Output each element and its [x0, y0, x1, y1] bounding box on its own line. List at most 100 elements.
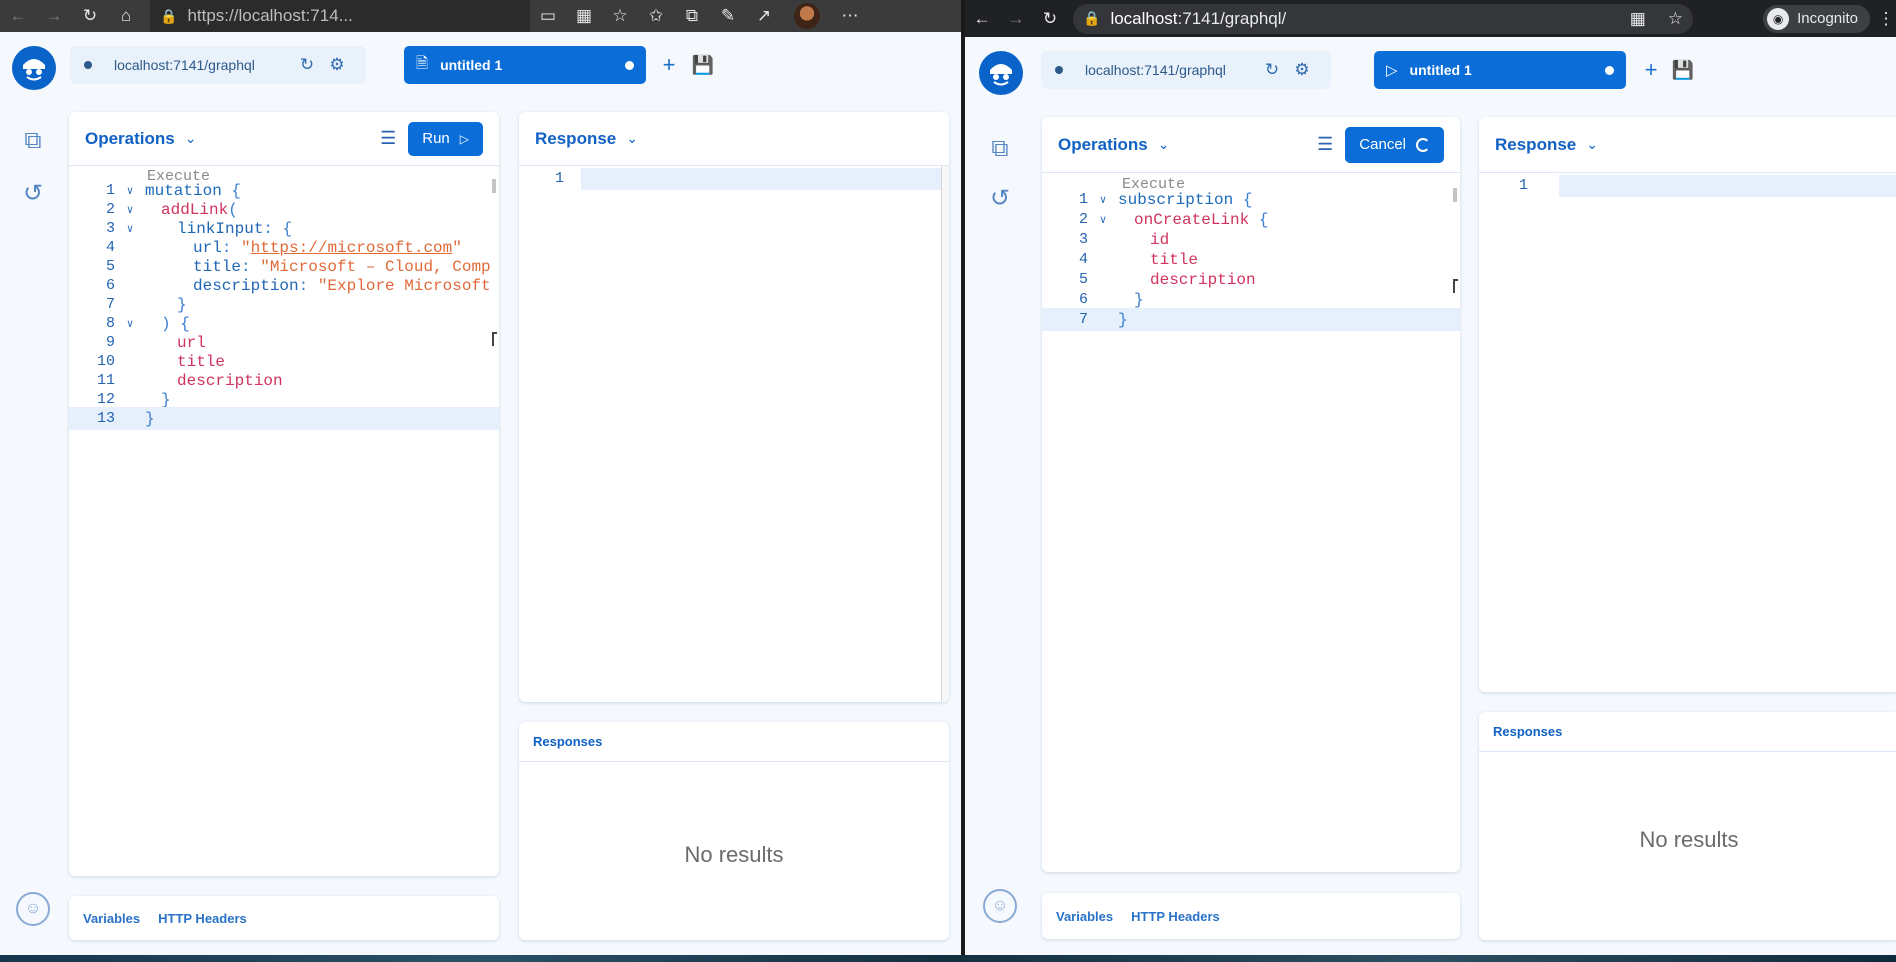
format-icon[interactable]: ☰: [380, 128, 396, 149]
lock-icon: 🔒: [160, 7, 178, 24]
refresh-schema-icon[interactable]: ↻: [292, 55, 322, 75]
favorite-add-icon[interactable]: ☆: [602, 0, 638, 32]
code-text: onCreateLink {: [1118, 211, 1268, 229]
chevron-down-icon[interactable]: ⌄: [1158, 136, 1170, 153]
response-line: 1: [519, 168, 949, 190]
code-text: mutation {: [145, 182, 241, 200]
query-editor[interactable]: Execute 1 ∨ subscription {2 ∨ onCreateLink {…: [1042, 173, 1460, 872]
operations-title[interactable]: Operations: [1058, 135, 1148, 155]
home-icon[interactable]: ⌂: [108, 0, 144, 32]
variables-tab[interactable]: Variables: [83, 911, 140, 926]
back-arrow-icon[interactable]: ←: [965, 0, 999, 37]
lock-icon: 🔒: [1083, 10, 1101, 26]
response-title[interactable]: Response: [1495, 135, 1576, 155]
settings-gear-icon[interactable]: ⚙: [1287, 60, 1317, 80]
fold-chevron-icon[interactable]: ∨: [1088, 213, 1118, 227]
share-icon[interactable]: ↗: [746, 0, 782, 32]
add-tab-plus-icon[interactable]: +: [1636, 51, 1666, 89]
fold-chevron-icon[interactable]: ∨: [115, 184, 145, 198]
run-button-label: Run: [422, 130, 450, 147]
apps-icon[interactable]: ▦: [566, 0, 602, 32]
unsaved-dot[interactable]: [1605, 65, 1614, 75]
format-icon[interactable]: ☰: [1317, 134, 1333, 155]
code-token: title: [1150, 250, 1199, 269]
collections-icon[interactable]: ⧉: [674, 0, 710, 32]
http-headers-tab[interactable]: HTTP Headers: [158, 911, 247, 926]
variables-tab[interactable]: Variables: [1056, 909, 1113, 924]
line-number: 13: [96, 410, 115, 427]
fold-chevron-icon[interactable]: ∨: [115, 203, 145, 217]
more-icon[interactable]: ⋯: [832, 0, 868, 32]
response-scrollbar[interactable]: [941, 166, 949, 702]
fold-chevron-icon[interactable]: ∨: [115, 222, 145, 236]
forward-arrow-icon[interactable]: →: [36, 0, 72, 32]
unsaved-dot[interactable]: [625, 60, 634, 70]
line-number: 8: [105, 315, 115, 332]
back-arrow-icon[interactable]: ←: [0, 0, 36, 32]
code-token: (: [228, 200, 238, 219]
cast-icon[interactable]: ▭: [530, 0, 566, 32]
http-headers-tab[interactable]: HTTP Headers: [1131, 909, 1220, 924]
operations-title[interactable]: Operations: [85, 129, 175, 149]
chevron-down-icon[interactable]: ⌄: [626, 130, 638, 147]
incognito-icon: ◉: [1767, 7, 1790, 30]
history-icon[interactable]: ↺: [983, 181, 1017, 215]
code-token: ) {: [161, 314, 190, 333]
chevron-down-icon[interactable]: ⌄: [185, 130, 197, 147]
star-icon[interactable]: ☆: [1668, 9, 1683, 29]
history-icon[interactable]: ↺: [16, 176, 50, 210]
documents-icon[interactable]: ⧉: [16, 124, 50, 158]
address-bar[interactable]: 🔒 localhost:7141/graphql/ ▦ ☆: [1073, 3, 1693, 34]
chevron-down-icon[interactable]: ⌄: [1586, 136, 1598, 153]
code-text: title: "Microsoft – Cloud, Comp: [145, 258, 491, 276]
user-account-icon[interactable]: ☺: [983, 889, 1017, 923]
code-text: description: [145, 372, 283, 390]
endpoint-url: localhost:7141/graphql: [114, 57, 255, 73]
code-text: url: "https://microsoft.com": [145, 239, 462, 257]
connection-bar[interactable]: localhost:7141/graphql ↻ ⚙: [1041, 51, 1331, 89]
editor-scrollbar[interactable]: [492, 179, 496, 193]
settings-gear-icon[interactable]: ⚙: [322, 55, 352, 75]
favorites-icon[interactable]: ✩: [638, 0, 674, 32]
connection-bar[interactable]: localhost:7141/graphql ↻ ⚙: [70, 46, 366, 84]
profile-avatar[interactable]: [794, 3, 820, 29]
user-account-icon[interactable]: ☺: [16, 892, 50, 926]
edit-icon[interactable]: ✎: [710, 0, 746, 32]
code-token: "Explore Microsoft: [317, 276, 491, 295]
run-button[interactable]: Run ▷: [408, 121, 483, 156]
query-editor[interactable]: Execute 1 ∨ mutation {2 ∨ addLink(3 ∨ linkInpu…: [69, 166, 499, 876]
add-tab-plus-icon[interactable]: +: [654, 46, 684, 84]
code-text: ) {: [145, 315, 190, 333]
code-token: onCreateLink: [1134, 210, 1259, 229]
code-line[interactable]: 7}: [1042, 308, 1460, 331]
save-icon[interactable]: 💾: [1668, 51, 1698, 89]
save-icon[interactable]: 💾: [688, 46, 718, 84]
browser-toolbar: ← → ↻ 🔒 localhost:7141/graphql/ ▦ ☆ ◉ In…: [965, 0, 1896, 37]
banana-cake-pop-logo: [12, 46, 56, 90]
fold-chevron-icon[interactable]: ∨: [1088, 193, 1118, 207]
code-token: description: [193, 276, 299, 295]
code-token: ": [452, 238, 462, 257]
incognito-badge[interactable]: ◉ Incognito: [1763, 4, 1870, 33]
line-number: 3: [1078, 231, 1088, 248]
editor-scrollbar[interactable]: [1453, 188, 1457, 202]
documents-icon[interactable]: ⧉: [983, 132, 1017, 166]
address-bar[interactable]: 🔒 https://localhost:714...: [150, 0, 530, 32]
response-title[interactable]: Response: [535, 129, 616, 149]
graphql-ide: localhost:7141/graphql ↻ ⚙ ▷ untitled 1 …: [965, 37, 1896, 955]
line-number: 7: [105, 296, 115, 313]
endpoint-url: localhost:7141/graphql: [1085, 62, 1226, 78]
cancel-button[interactable]: Cancel: [1345, 126, 1444, 163]
refresh-schema-icon[interactable]: ↻: [1257, 60, 1287, 80]
fold-chevron-icon[interactable]: ∨: [115, 317, 145, 331]
forward-arrow-icon[interactable]: →: [999, 0, 1033, 37]
apps-icon[interactable]: ▦: [1630, 9, 1646, 29]
operations-panel: Operations ⌄ ☰ Run ▷ Execute 1 ∨ mutation …: [69, 112, 499, 876]
document-tab[interactable]: 🗎 untitled 1: [404, 46, 646, 84]
reload-icon[interactable]: ↻: [72, 0, 108, 32]
document-tab[interactable]: ▷ untitled 1: [1374, 51, 1626, 89]
more-icon[interactable]: ⋮: [1876, 0, 1896, 37]
code-line[interactable]: 13}: [69, 407, 499, 430]
left-browser-window: ← → ↻ ⌂ 🔒 https://localhost:714... ▭ ▦ ☆…: [0, 0, 961, 955]
reload-icon[interactable]: ↻: [1033, 0, 1067, 37]
